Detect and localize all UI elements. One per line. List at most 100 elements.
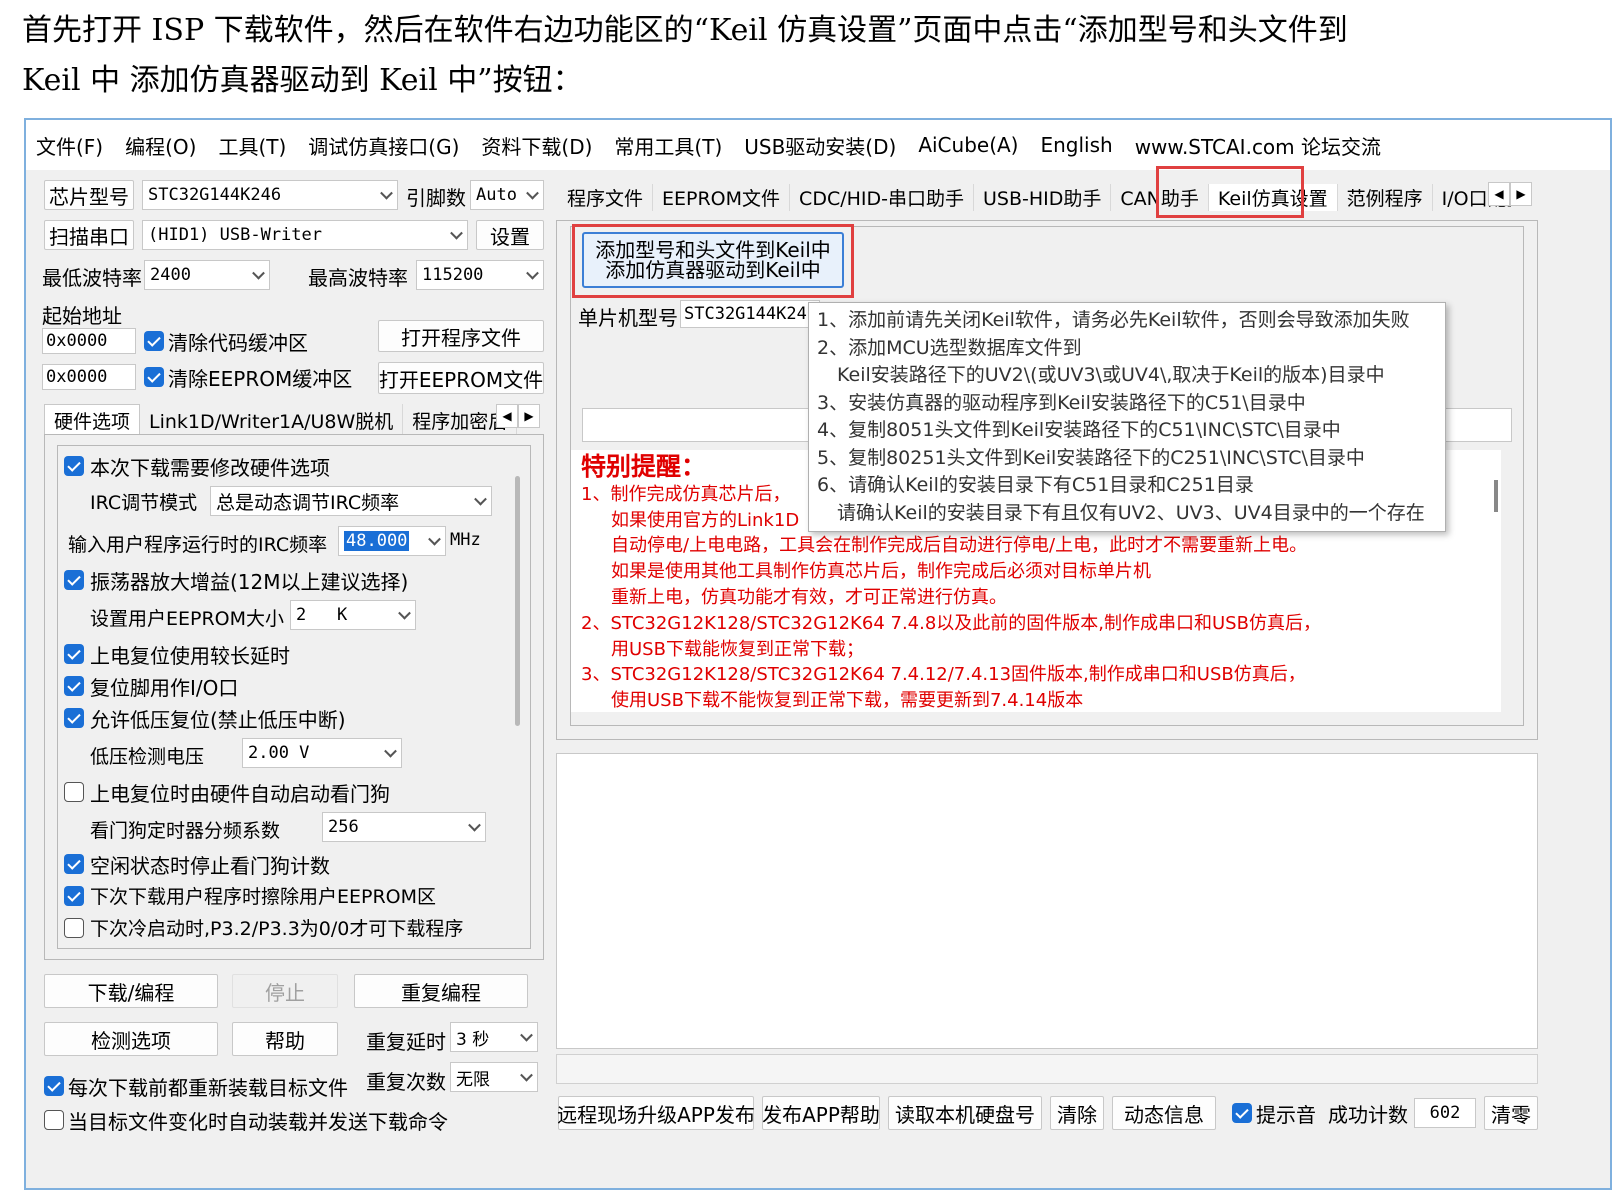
beep-checkbox[interactable] (1232, 1103, 1252, 1123)
notice-line: 2、STC32G12K128/STC32G12K64 7.4.8以及此前的固件版… (581, 612, 1321, 634)
erase-eeprom-checkbox[interactable] (64, 886, 84, 906)
hardware-options-panel: 本次下载需要修改硬件选项 IRC调节模式 总是动态调节IRC频率 输入用户程序运… (44, 434, 544, 960)
notice-line: 重新上电，仿真功能才有效，才可正常进行仿真。 (611, 586, 1007, 608)
menu-aicube[interactable]: AiCube(A) (918, 133, 1018, 157)
hardware-options-list: 本次下载需要修改硬件选项 IRC调节模式 总是动态调节IRC频率 输入用户程序运… (57, 445, 531, 949)
repeat-delay-select[interactable]: 3 秒 (450, 1022, 538, 1052)
irc-freq-label: 输入用户程序运行时的IRC频率 (68, 534, 328, 556)
help-button[interactable]: 帮助 (232, 1022, 338, 1056)
reset-pin-io-checkbox[interactable] (64, 676, 84, 696)
chip-model-select[interactable]: STC32G144K246 (142, 180, 398, 210)
success-count-label: 成功计数 (1328, 1103, 1408, 1127)
menu-debug-interface[interactable]: 调试仿真接口(G) (308, 131, 459, 160)
chevron-down-icon (380, 186, 393, 200)
lvd-reset-label: 允许低压复位(禁止低压中断) (90, 708, 346, 732)
scroll-right-icon[interactable]: ▶ (518, 404, 540, 428)
tab-examples[interactable]: 范例程序 (1338, 184, 1433, 211)
reset-pin-io-label: 复位脚用作I/O口 (90, 676, 239, 700)
power-reset-delay-checkbox[interactable] (64, 644, 84, 664)
notice-line: 使用USB下载不能恢复到正常下载，需要更新到7.4.14版本 (611, 690, 1084, 712)
scroll-left-icon[interactable]: ◀ (1488, 182, 1510, 206)
download-program-button[interactable]: 下载/编程 (44, 974, 218, 1008)
beep-label: 提示音 (1256, 1103, 1316, 1127)
cold-boot-checkbox[interactable] (64, 918, 84, 938)
code-start-address-input[interactable]: 0x0000 (42, 328, 136, 354)
pins-label: 引脚数 (406, 186, 466, 210)
tab-serial-assistant[interactable]: CDC/HID-串口助手 (790, 184, 974, 211)
scroll-left-icon[interactable]: ◀ (496, 404, 518, 428)
tooltip-line: 3、安装仿真器的驱动程序到Keil安装路径下的C51\目录中 (817, 391, 1306, 414)
power-reset-delay-label: 上电复位使用较长延时 (90, 644, 290, 668)
clear-eeprom-buffer-label: 清除EEPROM缓冲区 (168, 367, 353, 391)
intro-text: 首先打开 ISP 下载软件，然后在软件右边功能区的“Keil 仿真设置”页面中点… (22, 6, 1612, 106)
menu-usb-driver[interactable]: USB驱动安装(D) (744, 131, 896, 160)
clear-code-buffer-checkbox[interactable] (144, 331, 164, 351)
chevron-down-icon (450, 226, 463, 240)
mcu-model-field[interactable]: STC32G144K246 (680, 300, 820, 328)
wdt-divider-select[interactable]: 256 (322, 812, 486, 842)
output-log-area[interactable] (556, 753, 1538, 1049)
open-program-file-button[interactable]: 打开程序文件 (378, 320, 544, 352)
port-select[interactable]: (HID1) USB-Writer (142, 220, 468, 250)
idle-stop-wdt-checkbox[interactable] (64, 854, 84, 874)
lvd-voltage-value: 2.00 V (248, 743, 310, 763)
menu-website[interactable]: www.STCAI.com 论坛交流 (1135, 131, 1381, 160)
reset-count-button[interactable]: 清零 (1484, 1096, 1538, 1130)
eeprom-size-label: 设置用户EEPROM大小 (90, 608, 285, 630)
wdt-auto-checkbox[interactable] (64, 782, 84, 802)
repeat-count-select[interactable]: 无限 (450, 1062, 538, 1092)
scroll-right-icon[interactable]: ▶ (1510, 182, 1532, 206)
clear-eeprom-buffer-checkbox[interactable] (144, 367, 164, 387)
status-bar (556, 1054, 1538, 1084)
chevron-down-icon (468, 818, 481, 832)
max-baud-select[interactable]: 115200 (416, 260, 544, 290)
lvd-voltage-select[interactable]: 2.00 V (242, 738, 402, 768)
menu-program[interactable]: 编程(O) (125, 131, 196, 160)
notice-line: 3、STC32G12K128/STC32G12K64 7.4.12/7.4.13… (581, 664, 1306, 686)
right-tab-scroll: ◀ ▶ (1488, 182, 1532, 206)
chip-model-button[interactable]: 芯片型号 (44, 180, 134, 210)
tab-offline-writer[interactable]: Link1D/Writer1A/U8W脱机 (140, 404, 404, 436)
pins-select[interactable]: Auto (470, 180, 544, 210)
clear-button[interactable]: 清除 (1050, 1096, 1104, 1130)
menu-bar: 文件(F) 编程(O) 工具(T) 调试仿真接口(G) 资料下载(D) 常用工具… (26, 120, 1610, 170)
menu-english[interactable]: English (1040, 133, 1112, 157)
tab-usb-hid[interactable]: USB-HID助手 (974, 184, 1112, 211)
tab-hardware-options[interactable]: 硬件选项 (44, 404, 141, 436)
chevron-down-icon (526, 186, 539, 200)
modify-hw-checkbox[interactable] (64, 456, 84, 476)
repeat-program-button[interactable]: 重复编程 (354, 974, 528, 1008)
min-baud-select[interactable]: 2400 (144, 260, 270, 290)
check-options-button[interactable]: 检测选项 (44, 1022, 218, 1056)
reload-each-checkbox[interactable] (44, 1076, 64, 1096)
reload-each-label: 每次下载前都重新装载目标文件 (68, 1076, 348, 1100)
eeprom-start-address-input[interactable]: 0x0000 (42, 364, 136, 390)
tab-program-file[interactable]: 程序文件 (558, 184, 654, 211)
auto-reload-checkbox[interactable] (44, 1110, 64, 1130)
settings-button[interactable]: 设置 (476, 220, 544, 250)
menu-downloads[interactable]: 资料下载(D) (481, 131, 592, 160)
remote-upgrade-button[interactable]: 远程现场升级APP发布 (557, 1096, 755, 1130)
max-baud-value: 115200 (422, 265, 484, 285)
erase-eeprom-label: 下次下载用户程序时擦除用户EEPROM区 (90, 886, 437, 908)
irc-freq-select[interactable]: 48.000 (338, 526, 446, 556)
open-eeprom-file-button[interactable]: 打开EEPROM文件 (378, 362, 544, 394)
notice-scrollbar[interactable] (1494, 480, 1498, 512)
menu-tools[interactable]: 工具(T) (218, 131, 286, 160)
menu-common-tools[interactable]: 常用工具(T) (614, 131, 722, 160)
stop-button[interactable]: 停止 (232, 974, 338, 1008)
publish-app-help-button[interactable]: 发布APP帮助 (762, 1096, 880, 1130)
intro-line-2: Keil 中 添加仿真器驱动到 Keil 中”按钮： (22, 63, 583, 98)
irc-mode-select[interactable]: 总是动态调节IRC频率 (210, 486, 492, 516)
eeprom-size-select[interactable]: 2 K (290, 600, 416, 630)
scan-port-button[interactable]: 扫描串口 (44, 220, 134, 250)
osc-gain-checkbox[interactable] (64, 570, 84, 590)
read-disk-id-button[interactable]: 读取本机硬盘号 (888, 1096, 1042, 1130)
port-value: (HID1) USB-Writer (148, 225, 322, 245)
dynamic-info-button[interactable]: 动态信息 (1112, 1096, 1216, 1130)
menu-file[interactable]: 文件(F) (36, 131, 103, 160)
tab-eeprom-file[interactable]: EEPROM文件 (653, 184, 791, 211)
start-address-label: 起始地址 (42, 304, 122, 328)
lvd-reset-checkbox[interactable] (64, 708, 84, 728)
options-scrollbar[interactable] (515, 476, 520, 726)
